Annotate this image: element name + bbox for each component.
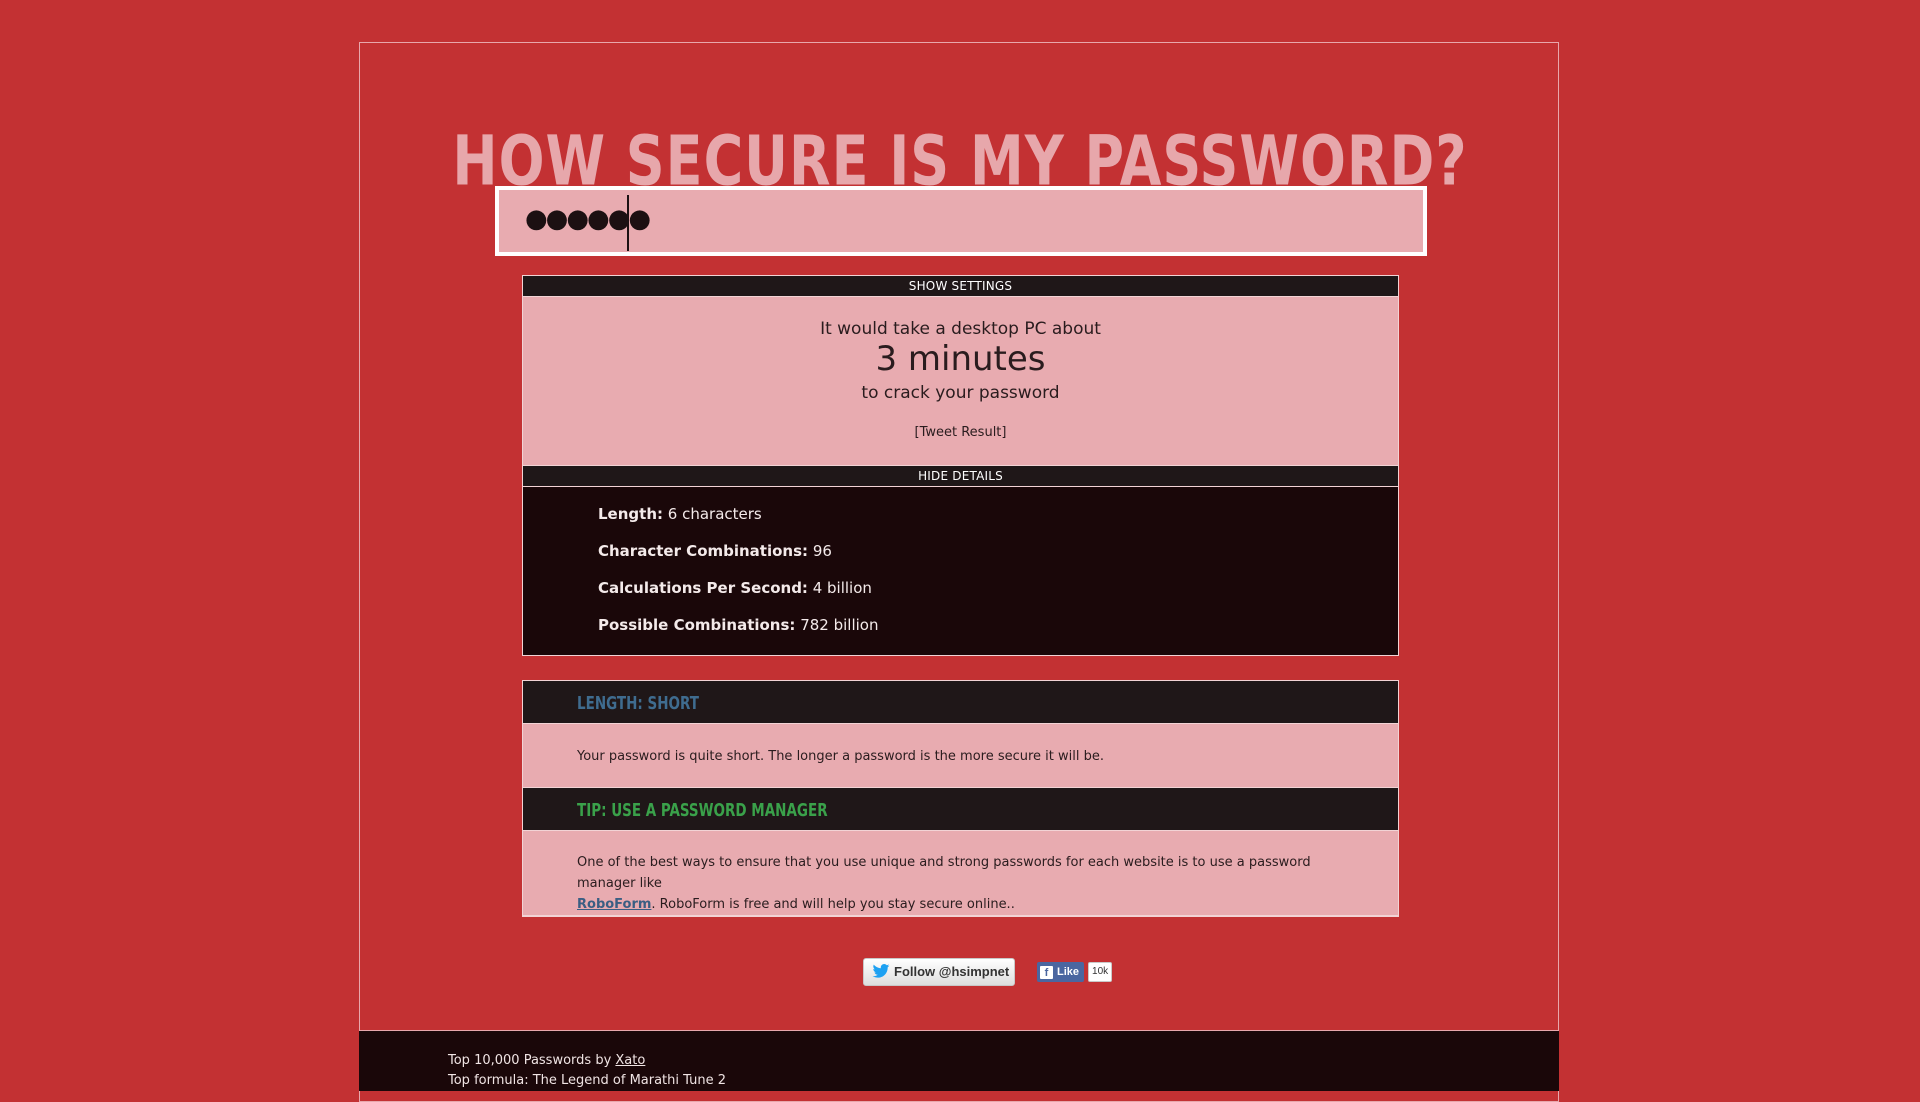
password-masked-value: ●●●●●● [525,204,651,234]
facebook-like-label: Like [1057,966,1080,978]
result-panel: SHOW SETTINGS It would take a desktop PC… [522,275,1399,656]
check-body-length: Your password is quite short. The longer… [523,724,1398,788]
twitter-bird-icon [872,964,890,978]
details-list: Length: 6 characters Character Combinati… [523,486,1398,655]
detail-row: Length: 6 characters [598,505,762,523]
footer-credits: Top 10,000 Passwords by Xato [448,1053,645,1068]
detail-value: 782 billion [800,616,879,634]
tweet-result-link[interactable]: [Tweet Result] [523,425,1398,440]
crack-time: 3 minutes [875,339,1046,379]
facebook-like-button[interactable]: f Like [1037,962,1085,982]
facebook-like-widget[interactable]: f Like 10k [1037,962,1113,982]
footer-line-2: Top formula: The Legend of Marathi Tune … [448,1073,726,1088]
detail-label: Calculations Per Second: [598,579,808,597]
detail-label: Possible Combinations: [598,616,796,634]
twitter-follow-label: Follow @hsimpnet [894,964,1010,979]
check-body-text: One of the best ways to ensure that you … [577,852,1318,915]
show-settings-button[interactable]: SHOW SETTINGS [523,276,1398,296]
footer-credit-text: Top 10,000 Passwords by [448,1053,612,1068]
result-prefix: It would take a desktop PC about [820,319,1101,339]
check-heading-label: LENGTH: SHORT [577,692,699,714]
xato-link[interactable]: Xato [615,1053,645,1068]
tip-text-pre: One of the best ways to ensure that you … [577,855,1311,891]
main-frame: HOW SECURE IS MY PASSWORD? ●●●●●● SHOW S… [359,42,1559,1102]
facebook-icon: f [1040,965,1053,979]
detail-value: 96 [812,542,832,560]
password-input[interactable]: ●●●●●● [495,186,1427,256]
tip-text-post: . RoboForm is free and will help you sta… [651,897,1015,912]
detail-row: Character Combinations: 96 [598,542,832,560]
twitter-follow-button[interactable]: Follow @hsimpnet [863,958,1015,986]
crack-time-result: It would take a desktop PC about 3 minut… [523,296,1398,466]
check-body-tip: One of the best ways to ensure that you … [523,831,1398,916]
check-heading-tip: TIP: USE A PASSWORD MANAGER [523,788,1398,831]
text-caret [627,195,629,251]
hide-details-button[interactable]: HIDE DETAILS [523,466,1398,486]
detail-label: Length: [598,505,663,523]
detail-label: Character Combinations: [598,542,809,560]
facebook-like-count: 10k [1088,962,1113,982]
check-heading-label: TIP: USE A PASSWORD MANAGER [577,799,828,821]
detail-row: Possible Combinations: 782 billion [598,616,878,634]
detail-value: 6 characters [667,505,762,523]
footer: Top 10,000 Passwords by Xato Top formula… [359,1030,1559,1091]
detail-row: Calculations Per Second: 4 billion [598,579,872,597]
check-heading-length: LENGTH: SHORT [523,681,1398,724]
result-suffix: to crack your password [861,383,1060,403]
checks-panel: LENGTH: SHORT Your password is quite sho… [522,680,1399,917]
password-input-field[interactable]: ●●●●●● [499,190,1423,252]
check-body-text: Your password is quite short. The longer… [577,749,1105,764]
roboform-link[interactable]: RoboForm [577,897,651,912]
detail-value: 4 billion [812,579,872,597]
